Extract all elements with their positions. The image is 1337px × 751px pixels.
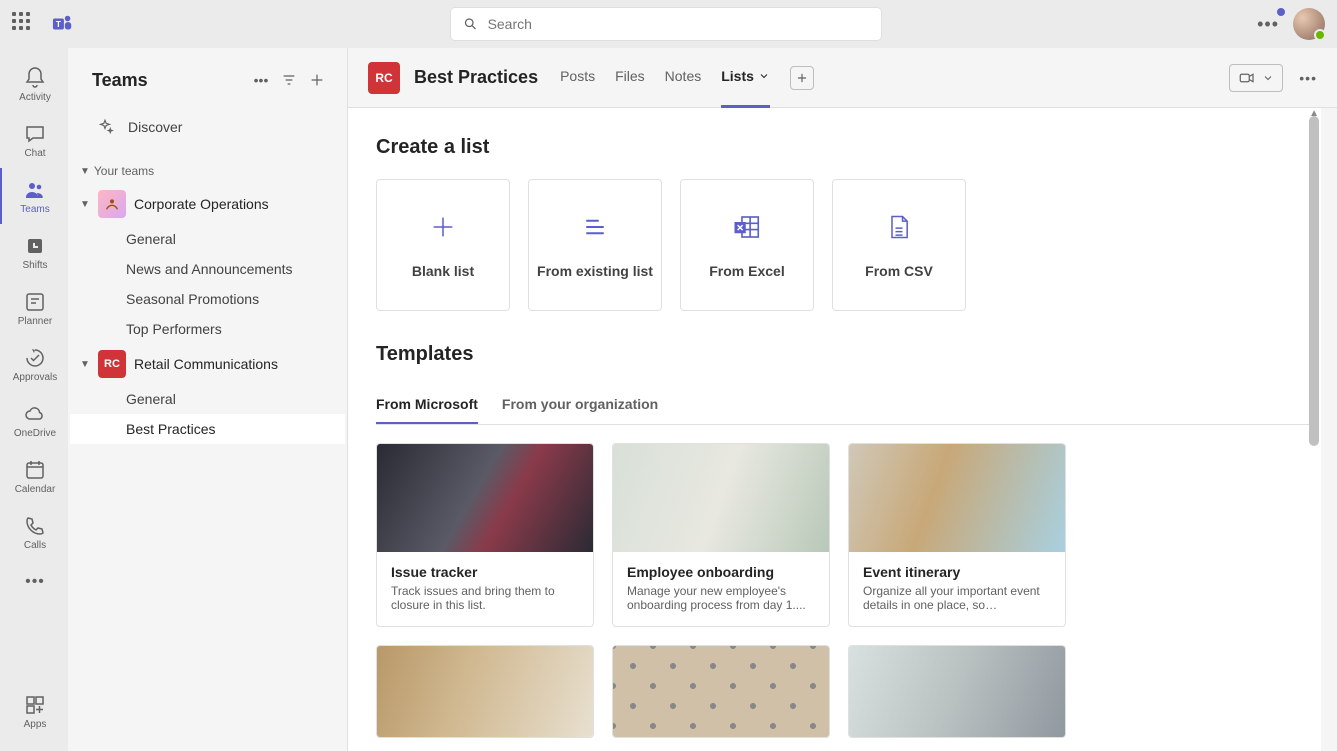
list-icon <box>580 212 610 242</box>
team-avatar <box>98 190 126 218</box>
filter-icon <box>281 72 297 88</box>
template-employee-onboarding[interactable]: Employee onboarding Manage your new empl… <box>612 443 830 627</box>
channel-best-practices[interactable]: Best Practices <box>70 414 345 444</box>
rail-calls[interactable]: Calls <box>0 504 68 560</box>
rail-planner[interactable]: Planner <box>0 280 68 336</box>
tab-lists[interactable]: Lists <box>721 48 770 108</box>
search-input[interactable] <box>488 16 869 32</box>
template-image <box>377 646 593 738</box>
add-tab-button[interactable] <box>790 66 814 90</box>
sidebar-title: Teams <box>92 70 247 91</box>
template-image <box>613 646 829 738</box>
sidebar-filter-button[interactable] <box>275 66 303 94</box>
template-image <box>377 444 593 552</box>
channel-seasonal[interactable]: Seasonal Promotions <box>70 284 345 314</box>
settings-more-icon[interactable]: ••• <box>1257 14 1279 35</box>
template-issue-tracker[interactable]: Issue tracker Track issues and bring the… <box>376 443 594 627</box>
rail-activity[interactable]: Activity <box>0 56 68 112</box>
chevron-down-icon <box>758 70 770 82</box>
template-image <box>849 444 1065 552</box>
template-card-6[interactable] <box>848 645 1066 738</box>
sidebar-more-button[interactable]: ••• <box>247 66 275 94</box>
template-image <box>613 444 829 552</box>
template-card-5[interactable] <box>612 645 830 738</box>
excel-icon <box>732 212 762 242</box>
shifts-icon <box>23 234 47 258</box>
caret-down-icon: ▼ <box>80 199 90 210</box>
rail-apps[interactable]: Apps <box>0 683 68 739</box>
create-list-heading: Create a list <box>376 136 1309 159</box>
approvals-icon <box>23 346 47 370</box>
rail-onedrive[interactable]: OneDrive <box>0 392 68 448</box>
plus-icon <box>795 71 809 85</box>
caret-down-icon: ▼ <box>80 166 90 177</box>
create-from-existing[interactable]: From existing list <box>528 179 662 311</box>
scrollbar-outer[interactable] <box>1321 108 1337 751</box>
template-card-4[interactable] <box>376 645 594 738</box>
tab-posts[interactable]: Posts <box>560 48 595 108</box>
template-tab-microsoft[interactable]: From Microsoft <box>376 386 478 424</box>
teams-sidebar: Teams ••• Discover ▼ Your teams ▼ <box>68 48 348 751</box>
more-icon: ••• <box>254 72 269 88</box>
sparkle-icon <box>96 118 114 136</box>
rail-shifts[interactable]: Shifts <box>0 224 68 280</box>
channel-title: Best Practices <box>414 67 538 88</box>
top-bar: T ••• <box>0 0 1337 48</box>
video-icon <box>1238 69 1256 87</box>
template-tab-organization[interactable]: From your organization <box>502 386 658 424</box>
team-corporate-operations[interactable]: ▼ Corporate Operations <box>70 184 345 224</box>
rail-teams[interactable]: Teams <box>0 168 68 224</box>
scrollbar-inner[interactable] <box>1309 116 1319 446</box>
lists-body: Create a list Blank list From existing l… <box>348 108 1337 751</box>
caret-down-icon: ▼ <box>80 359 90 370</box>
search-icon <box>463 16 478 32</box>
rail-chat[interactable]: Chat <box>0 112 68 168</box>
calendar-icon <box>23 458 47 482</box>
bell-icon <box>23 66 47 90</box>
app-launcher-icon[interactable] <box>12 12 36 36</box>
template-image <box>849 646 1065 738</box>
tab-notes[interactable]: Notes <box>665 48 702 108</box>
templates-heading: Templates <box>376 343 1309 366</box>
discover-row[interactable]: Discover <box>68 106 347 148</box>
plus-icon <box>429 213 457 241</box>
create-from-csv[interactable]: From CSV <box>832 179 966 311</box>
channel-avatar: RC <box>368 62 400 94</box>
phone-icon <box>23 514 47 538</box>
channel-general-rc[interactable]: General <box>70 384 345 414</box>
header-more-button[interactable]: ••• <box>1299 70 1317 86</box>
more-icon: ••• <box>25 573 45 591</box>
svg-text:T: T <box>56 20 61 29</box>
user-avatar[interactable] <box>1293 8 1325 40</box>
channel-general-co[interactable]: General <box>70 224 345 254</box>
meet-button[interactable] <box>1229 64 1283 92</box>
app-rail: Activity Chat Teams Shifts Planner Appro… <box>0 48 68 751</box>
plus-icon <box>309 72 325 88</box>
channel-top-performers[interactable]: Top Performers <box>70 314 345 344</box>
chat-icon <box>23 122 47 146</box>
presence-available-icon <box>1314 29 1326 41</box>
rail-more[interactable]: ••• <box>0 560 68 604</box>
planner-icon <box>23 290 47 314</box>
chevron-down-icon <box>1262 72 1274 84</box>
sidebar-create-button[interactable] <box>303 66 331 94</box>
tab-files[interactable]: Files <box>615 48 645 108</box>
channel-news[interactable]: News and Announcements <box>70 254 345 284</box>
people-icon <box>23 178 47 202</box>
teams-logo-icon: T <box>52 13 74 35</box>
your-teams-header[interactable]: ▼ Your teams <box>70 160 345 184</box>
content-area: RC Best Practices Posts Files Notes List… <box>348 48 1337 751</box>
rail-calendar[interactable]: Calendar <box>0 448 68 504</box>
channel-header: RC Best Practices Posts Files Notes List… <box>348 48 1337 108</box>
team-retail-communications[interactable]: ▼ RC Retail Communications <box>70 344 345 384</box>
team-avatar: RC <box>98 350 126 378</box>
search-box[interactable] <box>451 8 881 40</box>
apps-icon <box>23 693 47 717</box>
rail-approvals[interactable]: Approvals <box>0 336 68 392</box>
create-blank-list[interactable]: Blank list <box>376 179 510 311</box>
csv-icon <box>885 212 913 242</box>
cloud-icon <box>23 402 47 426</box>
template-event-itinerary[interactable]: Event itinerary Organize all your import… <box>848 443 1066 627</box>
create-from-excel[interactable]: From Excel <box>680 179 814 311</box>
